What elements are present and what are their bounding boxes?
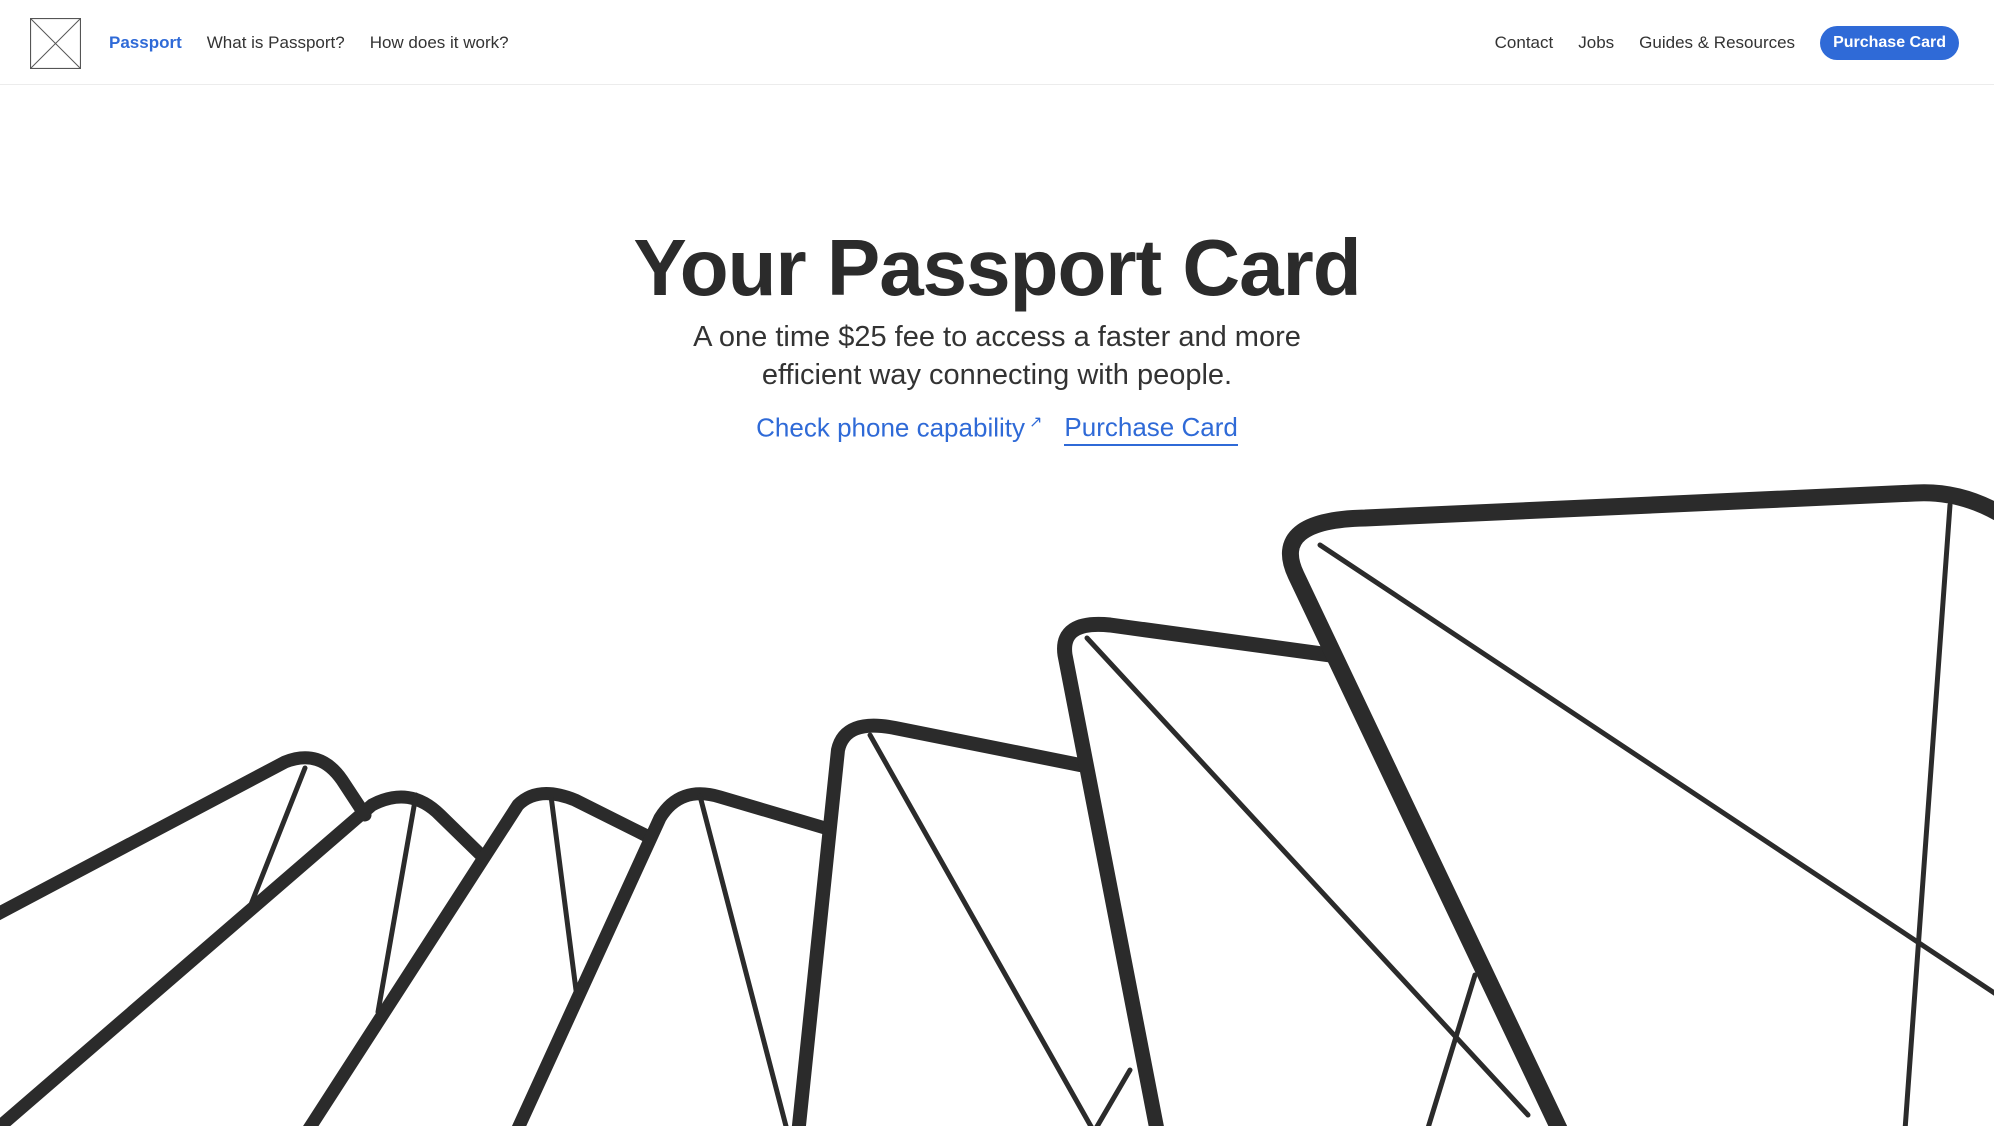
hero-section: Your Passport Card A one time $25 fee to… [0,220,1994,446]
hero-title: Your Passport Card [633,223,1361,312]
nav-link-passport[interactable]: Passport [109,33,182,53]
hero-subtitle-line-2: efficient way connecting with people. [761,359,1233,391]
primary-nav: Passport What is Passport? How does it w… [109,0,509,85]
phone-outline-4 [511,787,832,1126]
arrow-up-right-icon: ↗ [1029,414,1043,431]
secondary-nav: Contact Jobs Guides & Resources Purchase… [1495,0,1959,85]
phone-outline-6 [1057,616,1531,1126]
hero-subtitle-line-1: A one time $25 fee to access a faster an… [693,321,1301,353]
nav-link-what-is-passport[interactable]: What is Passport? [207,33,345,53]
phone-outline-5 [791,718,1133,1126]
nav-link-contact[interactable]: Contact [1495,33,1554,53]
phone-outline-7 [1282,484,1994,1126]
phone-outline-1 [0,751,372,921]
nav-link-jobs[interactable]: Jobs [1578,33,1614,53]
check-phone-capability-link[interactable]: Check phone capability ↗ [756,412,1042,446]
nav-link-guides-resources[interactable]: Guides & Resources [1639,33,1795,53]
logo-placeholder-icon[interactable] [30,18,81,69]
phones-illustration [0,484,1994,1126]
check-phone-capability-label: Check phone capability [756,412,1025,443]
purchase-card-button[interactable]: Purchase Card [1820,25,1959,60]
top-navigation: Passport What is Passport? How does it w… [0,0,1994,85]
nav-link-how-does-it-work[interactable]: How does it work? [370,33,509,53]
hero-subtitle: A one time $25 fee to access a faster an… [0,318,1994,394]
phone-outline-3 [303,787,652,1126]
hero-links: Check phone capability ↗ Purchase Card [0,412,1994,446]
phone-outline-2 [0,790,489,1126]
hero-purchase-card-link[interactable]: Purchase Card [1064,412,1238,446]
